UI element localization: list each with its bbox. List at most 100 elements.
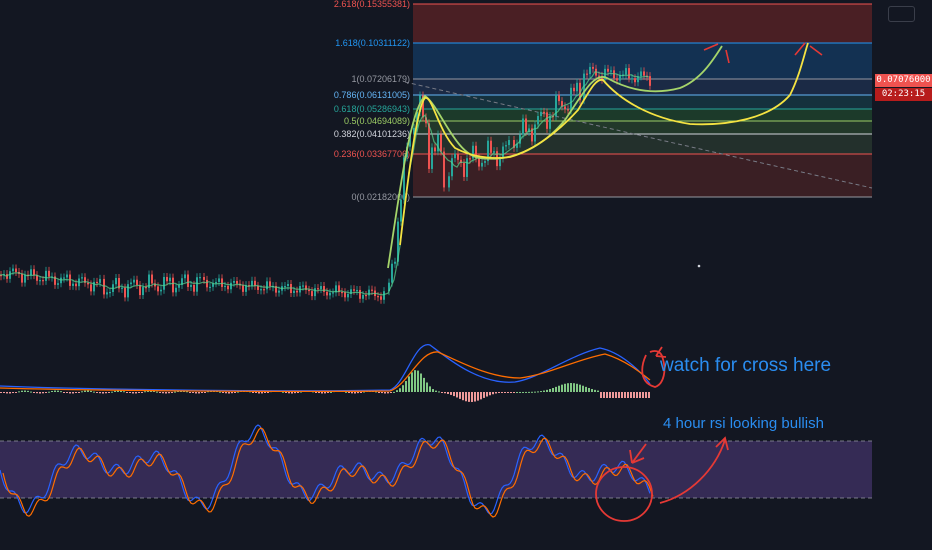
macd-histogram-bar [165, 392, 167, 394]
macd-histogram-bar [540, 391, 542, 393]
candle-body [353, 289, 355, 291]
candle-body [567, 109, 569, 111]
candle-body [537, 116, 539, 125]
macd-histogram-bar [258, 392, 260, 394]
macd-histogram-bar [9, 392, 11, 394]
fib-label-6: 0.382(0.04101236) [334, 129, 410, 139]
candle-body [368, 289, 370, 296]
macd-histogram-bar [480, 392, 482, 400]
macd-histogram-bar [474, 392, 476, 402]
candle-body [287, 284, 289, 287]
macd-histogram-bar [471, 392, 473, 402]
candle-body [172, 277, 174, 293]
candle-body [466, 158, 468, 177]
candle-body [96, 281, 98, 284]
fib-retracement[interactable]: 2.618(0.15355381) 1.618(0.10311122) 1(0.07… [334, 0, 872, 202]
macd-histogram-bar [561, 384, 563, 392]
macd-histogram-bar [603, 392, 605, 398]
chart-settings-icon[interactable] [888, 6, 915, 22]
candle-body [263, 289, 265, 291]
candle-body [631, 78, 633, 80]
macd-histogram-bar [534, 391, 536, 393]
candle-body [45, 270, 47, 281]
rsi-panel [0, 424, 872, 518]
candle-body [391, 263, 393, 283]
candle-body [75, 283, 77, 287]
candle-body [576, 82, 578, 92]
macd-histogram-bar [558, 385, 560, 392]
candle-body [326, 291, 328, 296]
macd-histogram-bar [252, 392, 254, 393]
macd-histogram-bar [39, 392, 41, 394]
candle-body [224, 285, 226, 288]
macd-histogram-bar [57, 390, 59, 392]
macd-histogram-bar [411, 372, 413, 392]
candle-body [115, 277, 117, 285]
macd-histogram-bar [192, 392, 194, 393]
macd-histogram-bar [420, 373, 422, 392]
candle-body [157, 286, 159, 292]
fib-zone-0 [413, 4, 872, 43]
macd-histogram-bar [204, 392, 206, 393]
candle-body [434, 147, 436, 152]
macd-histogram-bar [15, 392, 17, 393]
candle-body [293, 290, 295, 294]
macd-histogram-bar [228, 392, 230, 394]
macd-histogram-bar [48, 391, 50, 393]
macd-histogram-bar [594, 389, 596, 392]
fib-zone-6 [413, 134, 872, 154]
candle-body [332, 292, 334, 294]
macd-histogram-bar [387, 392, 389, 394]
macd-histogram-bar [591, 389, 593, 392]
macd-histogram-bar [384, 392, 386, 394]
macd-histogram-bar [528, 391, 530, 393]
macd-histogram-bar [30, 391, 32, 393]
macd-histogram-bar [267, 392, 269, 393]
candle-body [215, 281, 217, 284]
macd-histogram-bar [546, 389, 548, 392]
candle-body [478, 158, 480, 167]
price-chart[interactable]: 2.618(0.15355381) 1.618(0.10311122) 1(0.07… [0, 0, 932, 550]
macd-histogram-bar [315, 392, 317, 393]
macd-histogram-bar [51, 390, 53, 392]
macd-histogram-bar [99, 392, 101, 394]
candle-body [377, 296, 379, 298]
fib-label-2: 1(0.07206179) [351, 74, 410, 84]
macd-histogram-bar [255, 392, 257, 394]
macd-histogram-bar [291, 392, 293, 394]
macd-histogram-bar [423, 377, 425, 392]
macd-histogram-bar [462, 392, 464, 401]
candle-body [634, 78, 636, 83]
candle-body [628, 68, 630, 79]
macd-histogram-bar [618, 392, 620, 398]
macd-histogram-bar [354, 392, 356, 394]
candle-body [643, 71, 645, 76]
macd-histogram-bar [195, 392, 197, 394]
candle-body [163, 276, 165, 290]
macd-histogram-bar [42, 392, 44, 394]
candle-body [586, 73, 588, 75]
macd-histogram-bar [69, 392, 71, 394]
candle-body [534, 124, 536, 142]
macd-histogram-bar [588, 387, 590, 392]
macd-histogram-bar [495, 392, 497, 394]
macd-histogram-bar [414, 370, 416, 392]
macd-histogram-bar [93, 391, 95, 393]
macd-histogram-bar [507, 392, 509, 393]
macd-histogram-bar [396, 390, 398, 392]
stray-dot [697, 264, 701, 268]
candle-body [187, 274, 189, 287]
candle-body [251, 280, 253, 286]
candle-body [356, 289, 358, 292]
candle-body [302, 285, 304, 287]
candle-body [175, 287, 177, 293]
macd-histogram-bar [516, 391, 518, 393]
macd-histogram-bar [600, 392, 602, 398]
macd-histogram-bar [219, 391, 221, 393]
macd-histogram-bar [36, 392, 38, 394]
fib-label-5: 0.5(0.04694089) [344, 116, 410, 126]
macd-histogram-bar [633, 392, 635, 398]
macd-histogram-bar [408, 376, 410, 392]
macd-histogram-bar [522, 391, 524, 393]
candle-body [522, 118, 524, 135]
